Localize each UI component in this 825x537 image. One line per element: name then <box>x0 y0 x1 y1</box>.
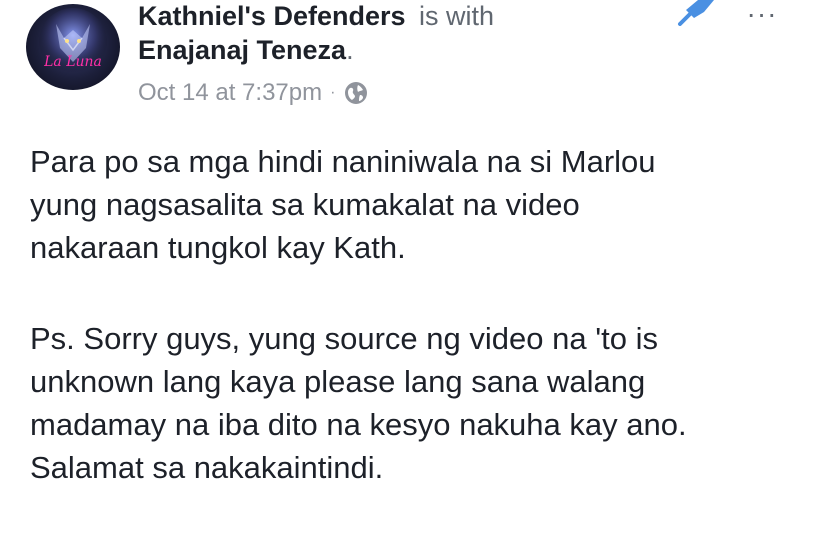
post-paragraph-1: Para po sa mga hindi naniniwala na si Ma… <box>30 144 656 265</box>
post-paragraph-2: Ps. Sorry guys, yung source ng video na … <box>30 321 687 485</box>
meta-separator: · <box>330 84 336 101</box>
avatar[interactable]: La Luna <box>26 4 120 90</box>
globe-icon <box>343 80 369 106</box>
pin-icon[interactable] <box>674 0 718 26</box>
tagged-suffix: . <box>346 35 354 65</box>
post-meta: Oct 14 at 7:37pm · <box>138 78 369 108</box>
tagged-line: Enajanaj Teneza. <box>138 34 354 66</box>
tagged-user-name[interactable]: Enajanaj Teneza <box>138 35 346 65</box>
facebook-post: La Luna Kathniel's Defenders is with Ena… <box>0 0 825 510</box>
avatar-logo-text: La Luna <box>43 54 102 70</box>
post-body: Para po sa mga hindi naniniwala na si Ma… <box>30 140 810 537</box>
post-header-line: Kathniel's Defenders is with <box>138 0 494 32</box>
more-options-button[interactable]: ··· <box>740 0 784 30</box>
post-timestamp[interactable]: Oct 14 at 7:37pm <box>138 78 322 108</box>
with-label: is with <box>419 1 495 31</box>
author-name[interactable]: Kathniel's Defenders <box>138 1 406 31</box>
